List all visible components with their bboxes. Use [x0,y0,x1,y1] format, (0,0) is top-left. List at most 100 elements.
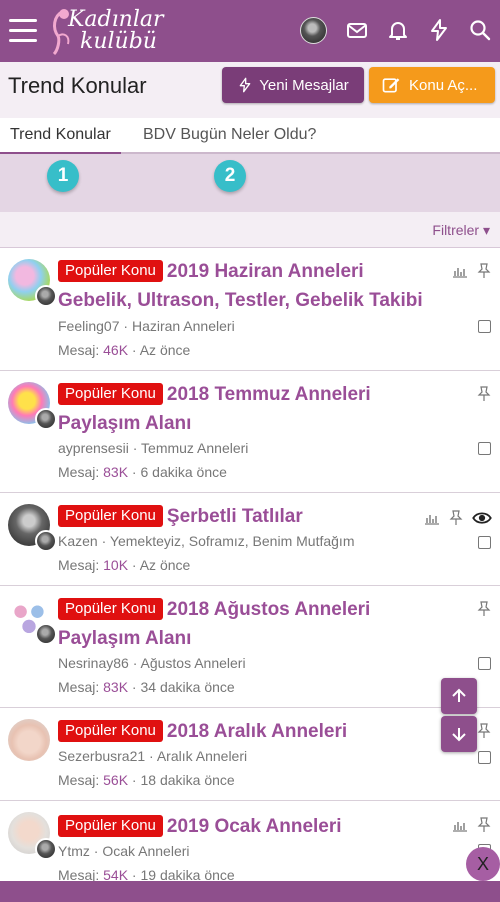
thread-forum[interactable]: Haziran Anneleri [132,318,235,334]
tab-bdv-today[interactable]: BDV Bugün Neler Oldu? [143,126,316,144]
thread-row[interactable]: Popüler Konu 2018 Aralık Anneleri Sezerbu… [0,709,500,801]
thread-meta: Feeling07 · Haziran Anneleri [58,318,235,334]
thread-meta: Nesrinay86 · Ağustos Anneleri [58,655,246,671]
thread-title[interactable]: Popüler Konu Şerbetli Tatlılar [58,502,438,531]
popular-badge: Popüler Konu [58,720,163,742]
page-title: Trend Konular [8,73,147,98]
thread-title[interactable]: Popüler Konu 2018 Aralık Anneleri [58,717,438,746]
last-post-time: 34 dakika önce [140,679,235,695]
thread-title[interactable]: Popüler Konu 2019 Haziran Anneleri Gebeli… [58,257,438,315]
pin-icon[interactable] [476,263,492,279]
thread-icons [452,817,492,833]
last-poster-avatar [35,530,57,552]
user-avatar[interactable] [300,17,327,44]
thread-author[interactable]: ayprensesii [58,440,129,456]
filters-dropdown[interactable]: Filtreler ▾ [432,222,490,239]
last-poster-avatar [35,838,57,860]
select-checkbox[interactable] [478,536,491,549]
new-posts-label: Yeni Mesajlar [259,76,349,94]
site-logo[interactable]: Kadınlar kulübü [48,6,178,56]
thread-title[interactable]: Popüler Konu 2018 Temmuz Anneleri Paylaşı… [58,380,438,438]
thread-row[interactable]: Popüler Konu 2019 Ocak Anneleri Ytmz · Oc… [0,802,500,883]
last-post-time: Az önce [139,342,191,358]
chart-icon[interactable] [452,263,468,279]
thread-forum[interactable]: Ocak Anneleri [102,843,189,859]
select-checkbox[interactable] [478,751,491,764]
thread-stats: Mesaj: 46K · Az önce [58,342,191,358]
thread-title[interactable]: Popüler Konu 2018 Ağustos Anneleri Paylaş… [58,595,438,653]
top-bar: Kadınlar kulübü [0,0,500,62]
step-2-indicator[interactable]: 2 [214,160,246,192]
last-poster-avatar [35,285,57,307]
eye-icon[interactable] [472,508,492,528]
pin-icon[interactable] [448,510,464,526]
thread-icons [476,601,492,617]
messages-label: Mesaj: [58,342,100,358]
thread-row[interactable]: Popüler Konu 2019 Haziran Anneleri Gebeli… [0,249,500,371]
thread-row[interactable]: Popüler Konu Şerbetli Tatlılar Kazen · Ye… [0,494,500,586]
thread-row[interactable]: Popüler Konu 2018 Temmuz Anneleri Paylaşı… [0,372,500,493]
message-count: 10K [103,557,129,573]
filter-bar: Filtreler ▾ [0,212,500,248]
thread-author[interactable]: Nesrinay86 [58,655,129,671]
thread-stats: Mesaj: 83K · 34 dakika önce [58,679,235,695]
popular-badge: Popüler Konu [58,815,163,837]
step-1-indicator[interactable]: 1 [47,160,79,192]
thread-stats: Mesaj: 56K · 18 dakika önce [58,772,235,788]
select-checkbox[interactable] [478,320,491,333]
open-topic-button[interactable]: Konu Aç... [369,67,495,103]
last-post-time: 6 dakika önce [140,464,227,480]
bolt-icon[interactable] [427,18,451,42]
thread-meta: ayprensesii · Temmuz Anneleri [58,440,249,456]
thread-author[interactable]: Feeling07 [58,318,120,334]
message-count: 46K [103,342,129,358]
pin-icon[interactable] [476,723,492,739]
new-posts-button[interactable]: Yeni Mesajlar [222,67,364,103]
thread-author[interactable]: Ytmz [58,843,90,859]
thread-forum[interactable]: Ağustos Anneleri [141,655,246,671]
popular-badge: Popüler Konu [58,383,163,405]
last-post-time: Az önce [139,557,191,573]
close-button[interactable]: X [466,847,500,881]
pin-icon[interactable] [476,386,492,402]
thread-icons [424,508,492,528]
thread-meta: Ytmz · Ocak Anneleri [58,843,190,859]
thread-icons [452,263,492,279]
thread-meta: Kazen · Yemekteyiz, Soframız, Benim Mutf… [58,533,355,549]
last-poster-avatar [35,623,57,645]
message-count: 56K [103,772,129,788]
message-count: 83K [103,679,129,695]
pin-icon[interactable] [476,601,492,617]
tab-trend-topics[interactable]: Trend Konular [0,126,121,155]
avatar [8,719,50,761]
thread-forum[interactable]: Yemekteyiz, Soframız, Benim Mutfağım [110,533,355,549]
menu-icon[interactable] [9,19,37,43]
thread-title[interactable]: Popüler Konu 2019 Ocak Anneleri [58,812,438,841]
thread-meta: Sezerbusra21 · Aralık Anneleri [58,748,248,764]
messages-label: Mesaj: [58,772,100,788]
search-icon[interactable] [468,18,492,42]
thread-forum[interactable]: Aralık Anneleri [157,748,247,764]
popular-badge: Popüler Konu [58,260,163,282]
popular-badge: Popüler Konu [58,505,163,527]
bell-icon[interactable] [386,18,410,42]
scroll-up-button[interactable] [441,678,477,714]
thread-author[interactable]: Sezerbusra21 [58,748,145,764]
last-post-time: 18 dakika önce [140,772,235,788]
pin-icon[interactable] [476,817,492,833]
bolt-icon [239,77,251,93]
arrow-down-icon [452,728,466,742]
thread-stats: Mesaj: 83K · 6 dakika önce [58,464,227,480]
chart-icon[interactable] [452,817,468,833]
envelope-icon[interactable] [345,18,369,42]
last-poster-avatar [35,408,57,430]
thread-forum[interactable]: Temmuz Anneleri [141,440,248,456]
select-checkbox[interactable] [478,657,491,670]
select-checkbox[interactable] [478,442,491,455]
edit-icon [382,78,400,93]
scroll-down-button[interactable] [441,716,477,752]
chart-icon[interactable] [424,510,440,526]
bottom-bar [0,881,500,902]
thread-row[interactable]: Popüler Konu 2018 Ağustos Anneleri Paylaş… [0,587,500,708]
thread-author[interactable]: Kazen [58,533,98,549]
